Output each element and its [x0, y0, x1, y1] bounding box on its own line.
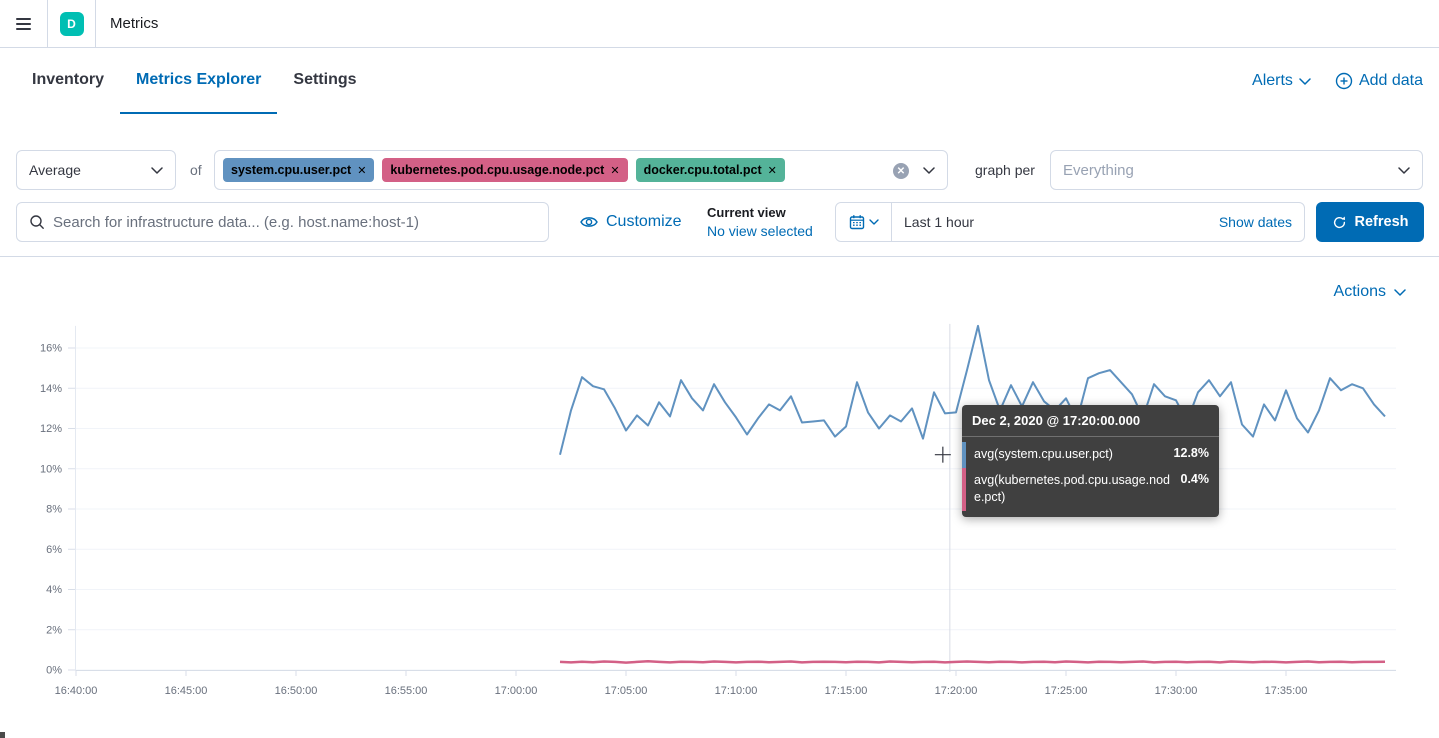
tooltip-series-value: 0.4% — [1181, 472, 1210, 486]
metric-badge-remove-icon[interactable]: ✕ — [357, 164, 366, 177]
tab-metrics-explorer[interactable]: Metrics Explorer — [120, 48, 277, 114]
customize-button[interactable]: Customize — [580, 202, 682, 242]
x-axis-label: 17:00:00 — [495, 685, 538, 697]
tooltip-rows: avg(system.cpu.user.pct)12.8%avg(kuberne… — [962, 437, 1219, 517]
metric-badges: system.cpu.user.pct✕kubernetes.pod.cpu.u… — [223, 158, 785, 182]
tooltip-series-color-bar — [962, 468, 966, 511]
graph-per-select[interactable] — [1050, 150, 1423, 190]
tooltip-row: avg(system.cpu.user.pct) 12.8% — [962, 442, 1219, 468]
search-icon — [29, 214, 45, 230]
y-axis-label: 16% — [40, 343, 62, 355]
metrics-chart[interactable]: 0% 2% 4% 6% 8% 10% 12% 14% 16% 16:40:00 16:45:00 16… — [0, 310, 1439, 715]
chevron-down-icon — [1299, 78, 1311, 85]
divider — [0, 256, 1439, 257]
x-axis-label: 17:35:00 — [1265, 685, 1308, 697]
chevron-down-icon[interactable] — [1398, 167, 1410, 174]
alerts-label: Alerts — [1252, 72, 1293, 90]
x-axis-label: 17:30:00 — [1155, 685, 1198, 697]
x-axis-label: 17:05:00 — [605, 685, 648, 697]
line-chart-canvas[interactable]: 0% 2% 4% 6% 8% 10% 12% 14% 16% 16:40:00 16:45:00 16… — [0, 310, 1439, 715]
search-input[interactable] — [53, 214, 536, 231]
tooltip-series-color-bar — [962, 442, 966, 468]
current-view-block: Current view No view selected — [707, 205, 813, 240]
chart-actions-menu[interactable]: Actions — [1334, 283, 1406, 301]
tooltip-series-label: avg(kubernetes.pod.cpu.usage.node.pct) — [974, 472, 1171, 507]
app-logo-cell[interactable]: D — [48, 0, 96, 48]
y-axis-label: 12% — [40, 423, 62, 435]
tooltip-timestamp: Dec 2, 2020 @ 17:20:00.000 — [962, 405, 1219, 437]
chevron-down-icon[interactable] — [923, 167, 935, 174]
actions-label: Actions — [1334, 283, 1386, 301]
x-axis-label: 16:55:00 — [385, 685, 428, 697]
x-axis-label: 17:10:00 — [715, 685, 758, 697]
tooltip-row: avg(kubernetes.pod.cpu.usage.node.pct) 0.… — [962, 468, 1219, 511]
circle-plus-icon — [1335, 72, 1353, 90]
add-data-label: Add data — [1359, 72, 1423, 90]
tab-settings[interactable]: Settings — [277, 48, 372, 114]
date-range-value[interactable]: Last 1 hour — [892, 214, 1219, 230]
metric-badge-label: system.cpu.user.pct — [231, 163, 351, 177]
calendar-icon — [849, 214, 865, 230]
of-label: of — [190, 150, 202, 190]
menu-icon[interactable] — [0, 0, 48, 48]
refresh-button[interactable]: Refresh — [1316, 202, 1424, 242]
chevron-down-icon — [1394, 289, 1406, 296]
date-quick-select-button[interactable] — [836, 203, 892, 241]
eye-icon — [580, 215, 598, 229]
app-logo[interactable]: D — [60, 12, 84, 36]
aggregation-select[interactable]: Average — [16, 150, 176, 190]
tab-inventory[interactable]: Inventory — [16, 48, 120, 114]
y-axis-label: 2% — [46, 624, 62, 636]
clear-metrics-icon[interactable]: ✕ — [893, 163, 909, 179]
chevron-down-icon — [151, 167, 163, 174]
x-axis-label: 17:20:00 — [935, 685, 978, 697]
metric-badge[interactable]: kubernetes.pod.cpu.usage.node.pct ✕ — [382, 158, 627, 182]
current-view-label: Current view — [707, 205, 813, 222]
y-axis-label: 8% — [46, 504, 62, 516]
metric-badge[interactable]: system.cpu.user.pct ✕ — [223, 158, 374, 182]
x-axis-label: 17:15:00 — [825, 685, 868, 697]
show-dates-button[interactable]: Show dates — [1219, 214, 1304, 230]
y-axis-label: 14% — [40, 383, 62, 395]
chart-tooltip: Dec 2, 2020 @ 17:20:00.000 avg(system.cp… — [962, 405, 1219, 517]
tooltip-series-label: avg(system.cpu.user.pct) — [974, 446, 1164, 464]
x-axis-label: 17:25:00 — [1045, 685, 1088, 697]
tooltip-series-value: 12.8% — [1174, 446, 1209, 460]
metric-badge-remove-icon[interactable]: ✕ — [610, 164, 619, 177]
aggregation-value: Average — [29, 162, 81, 178]
metric-badge-label: kubernetes.pod.cpu.usage.node.pct — [390, 163, 604, 177]
y-axis-label: 0% — [46, 665, 62, 677]
y-axis-label: 4% — [46, 584, 62, 596]
top-bar: D Metrics — [0, 0, 1439, 48]
metric-badge-label: docker.cpu.total.pct — [644, 163, 762, 177]
y-axis-label: 10% — [40, 463, 62, 475]
graph-per-label: graph per — [975, 150, 1035, 190]
current-view-link[interactable]: No view selected — [707, 222, 813, 240]
customize-label: Customize — [606, 213, 682, 231]
page-title: Metrics — [110, 15, 158, 32]
crosshair-cursor-icon — [935, 447, 951, 463]
x-axis-label: 16:40:00 — [55, 685, 98, 697]
search-field[interactable] — [16, 202, 549, 242]
metric-badge-remove-icon[interactable]: ✕ — [768, 164, 777, 177]
metrics-combobox[interactable]: system.cpu.user.pct✕kubernetes.pod.cpu.u… — [214, 150, 948, 190]
tab-bar: Inventory Metrics Explorer Settings Aler… — [0, 48, 1439, 114]
metric-badge[interactable]: docker.cpu.total.pct ✕ — [636, 158, 785, 182]
x-axis-label: 16:45:00 — [165, 685, 208, 697]
graph-per-input[interactable] — [1063, 162, 1390, 179]
date-picker: Last 1 hour Show dates — [835, 202, 1305, 242]
alerts-menu[interactable]: Alerts — [1252, 72, 1311, 90]
series-line — [560, 661, 1385, 662]
x-axis-label: 16:50:00 — [275, 685, 318, 697]
add-data-link[interactable]: Add data — [1335, 72, 1423, 90]
y-axis-label: 6% — [46, 544, 62, 556]
refresh-label: Refresh — [1355, 214, 1409, 230]
corner-artifact — [0, 732, 5, 738]
refresh-icon — [1332, 215, 1347, 230]
chevron-down-icon — [869, 219, 879, 225]
